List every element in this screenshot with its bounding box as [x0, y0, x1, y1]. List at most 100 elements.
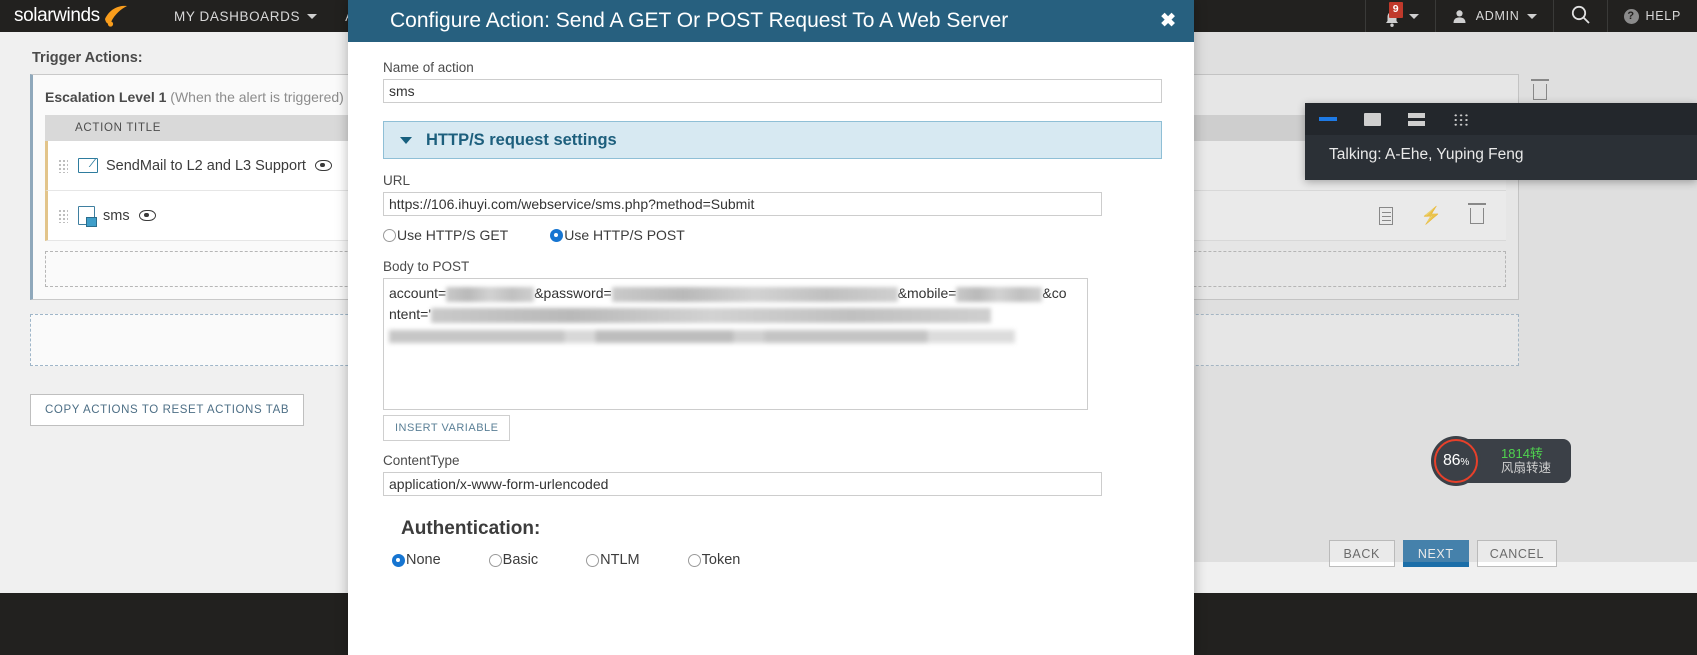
content-type-input[interactable]: application/x-www-form-urlencoded [383, 472, 1102, 496]
chevron-down-icon [307, 13, 318, 19]
gauge-percent: 86% [1443, 452, 1469, 470]
drag-handle-icon[interactable] [58, 158, 68, 173]
radio-use-get-label: Use HTTP/S GET [397, 227, 509, 243]
name-of-action-field: Name of action sms [383, 60, 1162, 103]
eye-icon[interactable] [314, 160, 332, 171]
authentication-heading: Authentication: [401, 518, 541, 539]
action-title-label: SendMail to L2 and L3 Support [106, 157, 306, 174]
body-account-key: account= [389, 285, 447, 301]
body-mobile-key: &mobile= [897, 285, 957, 301]
radio-dot [488, 553, 502, 567]
name-of-action-label: Name of action [383, 60, 474, 75]
next-button[interactable]: NEXT [1402, 540, 1469, 567]
escalation-note: (When the alert is triggered) [170, 89, 344, 105]
help-label: HELP [1645, 9, 1681, 23]
radio-auth-basic-label: Basic [502, 552, 539, 568]
name-of-action-input[interactable]: sms [383, 79, 1162, 103]
radio-auth-none[interactable]: None [392, 552, 441, 568]
user-icon [1452, 9, 1467, 24]
gauge-circle: 86% [1431, 436, 1481, 486]
delete-icon[interactable] [1468, 202, 1486, 224]
nav-my-dashboards[interactable]: MY DASHBOARDS [160, 0, 331, 32]
chevron-down-icon [1408, 13, 1419, 19]
screen-root: Trigger Actions: Escalation Level 1 (Whe… [0, 0, 1697, 655]
search-icon [1570, 4, 1591, 28]
gauge-label: 风扇转速 [1501, 461, 1552, 475]
radio-use-post-label: Use HTTP/S POST [564, 227, 685, 243]
modal-title-text: Configure Action: Send A GET Or POST Req… [390, 9, 1009, 32]
modal-body: Name of action sms HTTP/S request settin… [348, 42, 1194, 568]
cancel-button[interactable]: CANCEL [1476, 540, 1557, 567]
help-button[interactable]: ? HELP [1608, 0, 1697, 32]
radio-dot-selected [392, 553, 405, 567]
gauge-percent-number: 86 [1442, 452, 1461, 469]
radio-dot [383, 228, 396, 242]
lightning-icon[interactable]: ⚡ [1421, 207, 1442, 224]
body-to-post-textarea[interactable]: account= &password= &mobile= &co ntent=' [383, 278, 1088, 410]
column-action-title: ACTION TITLE [75, 122, 162, 134]
chevron-down-icon [400, 136, 412, 144]
talking-widget-toolbar [1305, 103, 1697, 135]
url-label: URL [383, 173, 411, 188]
talking-widget: Talking: A-Ehe, Yuping Feng [1305, 103, 1697, 180]
body-content-key-wrap: &co [1042, 285, 1067, 301]
redacted-content-line-2 [389, 330, 1015, 343]
copy-icon[interactable] [1378, 206, 1393, 225]
radio-dot [687, 553, 701, 567]
close-icon[interactable]: ✖ [1160, 12, 1176, 31]
talking-status-text: Talking: A-Ehe, Yuping Feng [1329, 146, 1524, 163]
modal-header: Configure Action: Send A GET Or POST Req… [348, 0, 1194, 42]
back-button[interactable]: BACK [1328, 540, 1395, 567]
nav-my-dashboards-label: MY DASHBOARDS [174, 8, 301, 24]
url-input[interactable]: https://106.ihuyi.com/webservice/sms.php… [383, 192, 1102, 216]
drag-handle-icon[interactable] [58, 208, 68, 223]
body-content-key: ntent=' [389, 306, 431, 322]
wizard-button-row: BACK NEXT CANCEL [1328, 540, 1557, 567]
radio-use-get[interactable]: Use HTTP/S GET [383, 227, 508, 243]
nav-right-group: 9 ADMIN ? HELP [1364, 0, 1697, 32]
body-password-key: &password= [534, 285, 612, 301]
content-type-label: ContentType [383, 453, 460, 468]
help-circle-icon: ? [1623, 8, 1639, 24]
escalation-title: Escalation Level 1 [45, 89, 167, 105]
solarwinds-flame-icon [102, 4, 128, 28]
gauge-rpm-value: 1814转 [1501, 446, 1543, 461]
http-method-radio-group: Use HTTP/S GET Use HTTP/S POST [383, 227, 1102, 243]
redacted-account-value [446, 286, 535, 302]
brand-logo[interactable]: solarwinds [0, 4, 160, 28]
radio-auth-token[interactable]: Token [687, 552, 741, 568]
redacted-mobile-value [956, 286, 1043, 302]
window-icon[interactable] [1361, 109, 1383, 129]
search-button[interactable] [1554, 0, 1607, 32]
notification-badge: 9 [1388, 2, 1404, 18]
radio-auth-basic[interactable]: Basic [488, 552, 539, 568]
notifications-button[interactable]: 9 [1366, 0, 1435, 32]
radio-auth-none-label: None [406, 552, 441, 568]
fan-speed-gauge-widget[interactable]: 1814转 风扇转速 86% [1431, 436, 1571, 486]
eye-icon[interactable] [138, 210, 156, 221]
http-settings-content: URL https://106.ihuyi.com/webservice/sms… [383, 173, 1162, 496]
http-settings-section-label: HTTP/S request settings [426, 130, 617, 149]
radio-auth-ntlm[interactable]: NTLM [586, 552, 640, 568]
radio-auth-ntlm-label: NTLM [600, 552, 640, 568]
row-action-icons: ⚡ [1378, 202, 1506, 225]
body-line-1: account= &password= &mobile= &co [389, 283, 1082, 304]
brand-name: solarwinds [14, 5, 100, 26]
redacted-password-value [611, 286, 898, 302]
grid-icon[interactable] [1449, 109, 1471, 129]
radio-dot [586, 553, 600, 567]
bell-icon: 9 [1382, 2, 1404, 27]
body-line-2: ntent=' [389, 304, 1082, 325]
minimize-icon[interactable] [1317, 109, 1339, 129]
radio-auth-token-label: Token [701, 552, 741, 568]
delete-escalation-icon[interactable] [1531, 79, 1549, 100]
copy-actions-button[interactable]: COPY ACTIONS TO RESET ACTIONS TAB [30, 394, 305, 426]
body-to-post-field: Body to POST account= &password= &mobile= &… [383, 259, 1102, 441]
insert-variable-button[interactable]: INSERT VARIABLE [383, 415, 511, 441]
user-menu[interactable]: ADMIN [1436, 0, 1553, 32]
radio-use-post[interactable]: Use HTTP/S POST [550, 227, 685, 243]
rows-icon[interactable] [1405, 109, 1427, 129]
redacted-content-value [431, 307, 991, 323]
http-settings-section-header[interactable]: HTTP/S request settings [383, 121, 1162, 159]
sms-document-icon [78, 206, 97, 227]
